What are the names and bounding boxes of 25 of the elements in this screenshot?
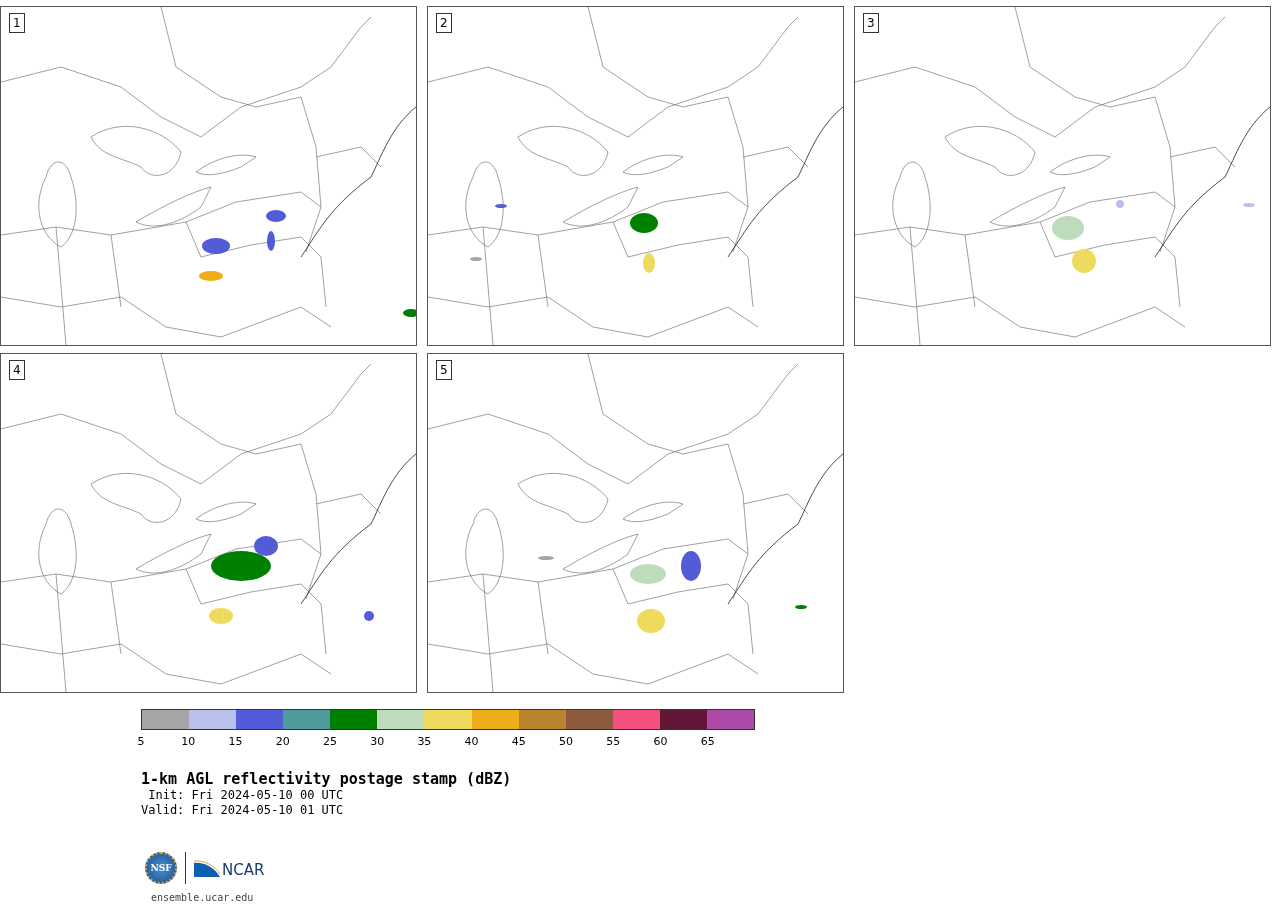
tick-label: 20 (275, 735, 290, 748)
init-time: Init: Fri 2024-05-10 00 UTC (147, 788, 345, 803)
tick-label: 15 (228, 735, 243, 748)
swoosh-icon (194, 859, 220, 877)
panel-number: 4 (9, 360, 25, 380)
panel-number: 2 (436, 13, 452, 33)
site-url: ensemble.ucar.edu (151, 892, 255, 903)
tick-label: 30 (370, 735, 385, 748)
tick-label: 55 (606, 735, 621, 748)
panel-number: 1 (9, 13, 25, 33)
ncar-wordmark: NCAR (222, 863, 265, 877)
panel-number: 3 (863, 13, 879, 33)
tick-label: 45 (511, 735, 526, 748)
tick-label: 10 (181, 735, 196, 748)
tick-label: 40 (464, 735, 479, 748)
tick-label: 25 (322, 735, 337, 748)
tick-label: 35 (417, 735, 432, 748)
tick-label: 60 (653, 735, 668, 748)
valid-time: Valid: Fri 2024-05-10 01 UTC (141, 803, 345, 818)
seal-logo: NSF (145, 852, 177, 884)
panel-number: 5 (436, 360, 452, 380)
tick-label: 5 (137, 735, 145, 748)
tick-label: 65 (700, 735, 715, 748)
tick-label: 50 (559, 735, 574, 748)
chart-title: 1-km AGL reflectivity postage stamp (dBZ) (141, 770, 513, 788)
